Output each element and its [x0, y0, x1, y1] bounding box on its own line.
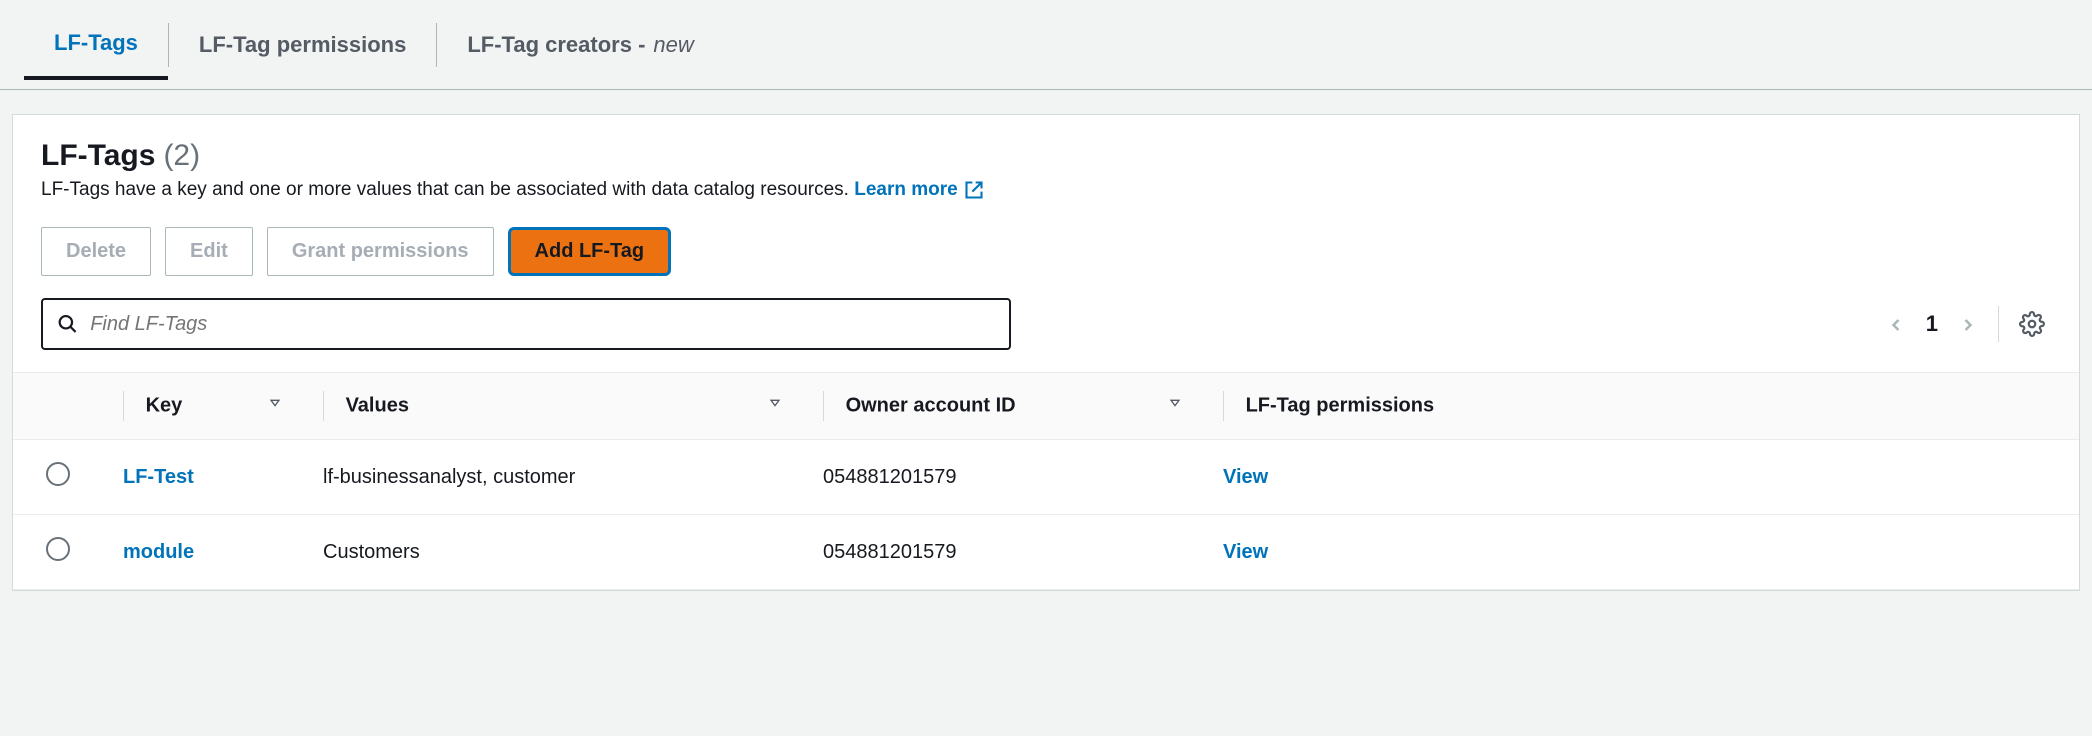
item-count: (2) — [163, 139, 200, 173]
column-key-label: Key — [146, 394, 183, 416]
triangle-down-icon — [267, 395, 283, 411]
values-cell: lf-businessanalyst, customer — [323, 466, 575, 488]
learn-more-label: Learn more — [854, 179, 957, 201]
panel-header: LF-Tags (2) LF-Tags have a key and one o… — [13, 115, 2079, 213]
pager-separator — [1998, 306, 1999, 342]
new-badge: new — [653, 32, 693, 58]
settings-button[interactable] — [2019, 311, 2045, 337]
column-owner[interactable]: Owner account ID — [803, 373, 1203, 440]
column-values[interactable]: Values — [303, 373, 803, 440]
lf-tags-panel: LF-Tags (2) LF-Tags have a key and one o… — [12, 114, 2080, 591]
delete-button[interactable]: Delete — [41, 227, 151, 276]
prev-page-button[interactable] — [1886, 313, 1906, 334]
column-values-label: Values — [346, 394, 409, 416]
column-select — [13, 373, 103, 440]
values-cell: Customers — [323, 541, 420, 563]
key-link[interactable]: module — [123, 541, 194, 563]
key-link[interactable]: LF-Test — [123, 466, 194, 488]
learn-more-link[interactable]: Learn more — [854, 179, 983, 201]
gear-icon — [2019, 311, 2045, 337]
sort-icon[interactable] — [767, 391, 783, 414]
tab-lf-tag-creators[interactable]: LF-Tag creators - new — [437, 12, 723, 78]
owner-cell: 054881201579 — [823, 541, 956, 563]
next-page-button[interactable] — [1958, 313, 1978, 334]
row-select-radio[interactable] — [46, 462, 70, 486]
edit-button[interactable]: Edit — [165, 227, 253, 276]
sort-icon[interactable] — [1167, 391, 1183, 414]
table-row: LF-Test lf-businessanalyst, customer 054… — [13, 440, 2079, 515]
search-box[interactable] — [41, 298, 1011, 350]
triangle-down-icon — [767, 395, 783, 411]
tab-lf-tag-permissions[interactable]: LF-Tag permissions — [169, 12, 436, 78]
chevron-left-icon — [1886, 315, 1906, 335]
view-link[interactable]: View — [1223, 466, 1268, 488]
tab-lf-tags[interactable]: LF-Tags — [24, 10, 168, 80]
tabs-bar: LF-Tags LF-Tag permissions LF-Tag creato… — [0, 0, 2092, 90]
column-owner-label: Owner account ID — [846, 394, 1016, 416]
column-permissions-label: LF-Tag permissions — [1246, 394, 1435, 416]
tab-creators-label: LF-Tag creators - — [467, 32, 645, 58]
action-bar: Delete Edit Grant permissions Add LF-Tag — [13, 213, 2079, 284]
pagination: 1 — [1886, 306, 2051, 342]
page-title: LF-Tags — [41, 139, 155, 173]
external-link-icon — [964, 180, 984, 200]
search-input[interactable] — [90, 313, 995, 336]
view-link[interactable]: View — [1223, 541, 1268, 563]
grant-permissions-button[interactable]: Grant permissions — [267, 227, 494, 276]
column-key[interactable]: Key — [103, 373, 303, 440]
description-text: LF-Tags have a key and one or more value… — [41, 179, 849, 200]
column-permissions: LF-Tag permissions — [1203, 373, 2079, 440]
page-number: 1 — [1926, 311, 1938, 337]
lf-tags-table: Key Values Owner account ID — [13, 372, 2079, 590]
triangle-down-icon — [1167, 395, 1183, 411]
chevron-right-icon — [1958, 315, 1978, 335]
search-row: 1 — [13, 284, 2079, 358]
search-icon — [57, 313, 78, 335]
table-row: module Customers 054881201579 View — [13, 515, 2079, 590]
row-select-radio[interactable] — [46, 537, 70, 561]
add-lf-tag-button[interactable]: Add LF-Tag — [508, 227, 672, 276]
sort-icon[interactable] — [267, 391, 283, 414]
owner-cell: 054881201579 — [823, 466, 956, 488]
